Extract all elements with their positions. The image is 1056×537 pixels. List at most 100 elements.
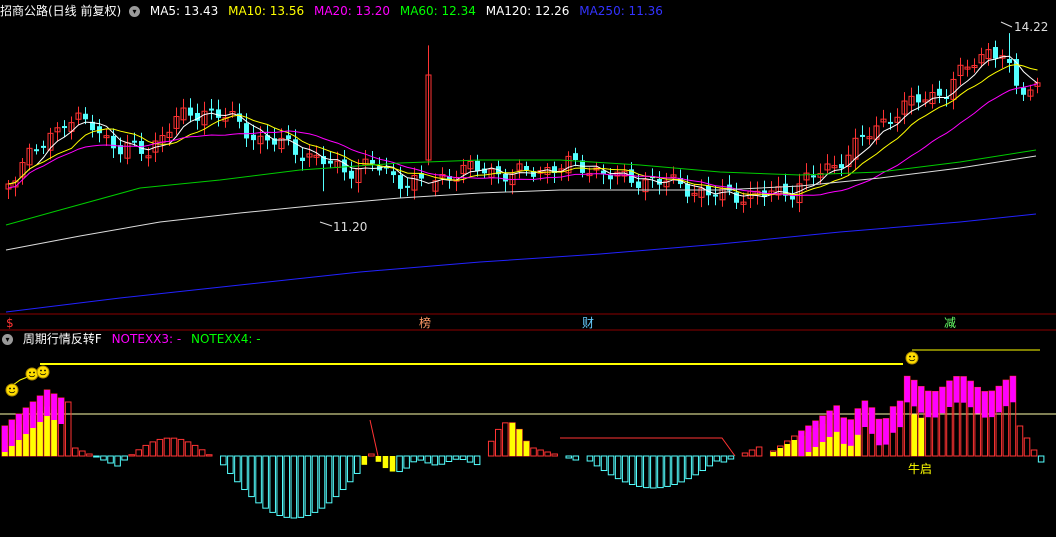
low-price-label: 11.20: [333, 220, 367, 234]
indicator-bar-cyan: [459, 455, 467, 461]
chart-canvas[interactable]: $ 榜 财 减 14.22 11.20 牛启: [0, 0, 1056, 537]
low-price-pointer: [319, 221, 333, 227]
smiley-icon-eye: [13, 387, 15, 390]
indicator-bar-magenta: [16, 414, 22, 440]
smiley-icon: [5, 383, 19, 397]
indicator-bar-cyan: [93, 455, 100, 458]
indicator-bar-cyan: [650, 455, 657, 489]
indicator-bar-red: [79, 450, 86, 457]
indicator-bar-red: [184, 441, 192, 457]
indicator-bar-magenta: [939, 387, 946, 414]
indicator-bar-cyan: [628, 455, 636, 486]
indicator-bar-magenta: [946, 380, 953, 407]
indicator-bar-red: [487, 440, 495, 457]
ma20-value: MA20: 13.20: [313, 4, 391, 18]
indicator-bar-cyan: [269, 455, 276, 513]
smiley-icon: [36, 365, 50, 379]
notexx3-value: NOTEXX3: -: [111, 332, 182, 346]
candle-body: [328, 160, 333, 164]
bull-start-label: 牛启: [908, 461, 932, 476]
indicator-bar-yellow: [375, 456, 382, 462]
candle-body: [244, 123, 249, 139]
indicator-bar-red: [149, 441, 157, 457]
indicator-bar-red: [170, 437, 178, 457]
indicator-bar-magenta: [826, 411, 833, 437]
indicator-bar-red: [544, 451, 551, 457]
indicator-bar-magenta: [812, 421, 819, 447]
ma60-value: MA60: 12.34: [399, 4, 476, 18]
indicator-bar-cyan: [445, 455, 453, 462]
indicator-title[interactable]: 周期行情反转F: [23, 332, 102, 346]
indicator-bar-magenta: [51, 394, 57, 420]
event-marker: 财: [582, 316, 594, 330]
indicator-bar-red: [142, 444, 150, 457]
indicator-bar-cyan: [255, 455, 262, 504]
indicator-bar-cyan: [1037, 455, 1045, 463]
indicator-bar-cyan: [227, 455, 234, 474]
candle-body: [860, 134, 865, 137]
indicator-bar-cyan: [114, 455, 121, 467]
indicator-bar-cyan: [332, 455, 340, 498]
indicator-bar-cyan: [431, 455, 439, 466]
indicator-bar-cyan: [678, 455, 685, 483]
candle-body: [398, 175, 403, 189]
smiley-icon-eye: [44, 369, 46, 372]
candle-body: [300, 157, 305, 162]
indicator-bar-magenta: [996, 386, 1002, 413]
indicator-bar-magenta: [833, 405, 840, 432]
indicator-bar-red: [741, 452, 749, 457]
indicator-bar-cyan: [720, 455, 728, 463]
candle-body: [1021, 87, 1026, 95]
indicator-bar-red: [537, 449, 544, 457]
indicator-bar-cyan: [727, 455, 735, 460]
event-marker: 榜: [419, 315, 431, 330]
indicator-bar-yellow: [777, 448, 784, 456]
settings-circle-icon[interactable]: ▾: [129, 6, 141, 17]
indicator-bar-magenta: [925, 391, 932, 418]
indicator-bar-cyan: [424, 455, 432, 464]
indicator-bar-red: [64, 401, 72, 457]
notexx4-value: NOTEXX4: -: [191, 332, 261, 346]
candle-body: [132, 140, 137, 143]
indicator-bar-cyan: [671, 455, 678, 486]
smiley-icon-eye: [33, 371, 35, 374]
indicator-bar-magenta: [953, 376, 960, 403]
indicator-bar-cyan: [410, 455, 417, 463]
indicator-bar-red: [198, 449, 206, 457]
indicator-bar-magenta: [1010, 376, 1016, 403]
indicator-bar-cyan: [234, 455, 241, 483]
ma5-value: MA5: 13.43: [149, 4, 219, 18]
indicator-bar-magenta: [855, 408, 861, 435]
indicator-bar-magenta: [44, 390, 50, 416]
candle-body: [41, 145, 46, 148]
candle-body: [111, 135, 116, 149]
indicator-bar-cyan: [572, 455, 580, 461]
indicator-bar-magenta: [840, 417, 847, 444]
indicator-bar-red: [748, 449, 756, 457]
indicator-bar-magenta: [9, 420, 15, 446]
main-chart-header: 招商公路(日线 前复权) ▾ MA5: 13.43 MA10: 13.56 MA…: [0, 2, 669, 20]
indicator-bar-magenta: [862, 401, 868, 428]
indicator-bar-magenta: [23, 408, 29, 434]
indicator-bar-magenta: [897, 401, 903, 428]
ma10-value: MA10: 13.56: [228, 4, 305, 18]
indicator-bar-magenta: [1003, 380, 1009, 407]
indicator-bar-cyan: [438, 455, 446, 465]
indicator-bar-cyan: [473, 455, 481, 466]
indicator-bar-red: [1030, 449, 1038, 457]
smiley-icon: [905, 351, 919, 365]
ma250-value: MA250: 11.36: [579, 4, 663, 18]
indicator-bar-red: [1016, 425, 1024, 457]
indicator-bar-yellow: [784, 444, 791, 456]
ma250-line: [5, 213, 1037, 313]
stock-title[interactable]: 招商公路(日线 前复权): [0, 4, 121, 18]
indicator-circle-icon[interactable]: ▾: [2, 334, 13, 345]
smiley-icon-eye: [40, 369, 42, 372]
indicator-bar-red: [156, 438, 164, 457]
indicator-bar-cyan: [706, 455, 714, 467]
indicator-bar-magenta: [974, 387, 981, 414]
indicator-bar-magenta: [932, 391, 939, 418]
candle-body: [34, 149, 39, 152]
indicator-bar-cyan: [417, 455, 425, 461]
indicator-bar-cyan: [692, 455, 699, 476]
